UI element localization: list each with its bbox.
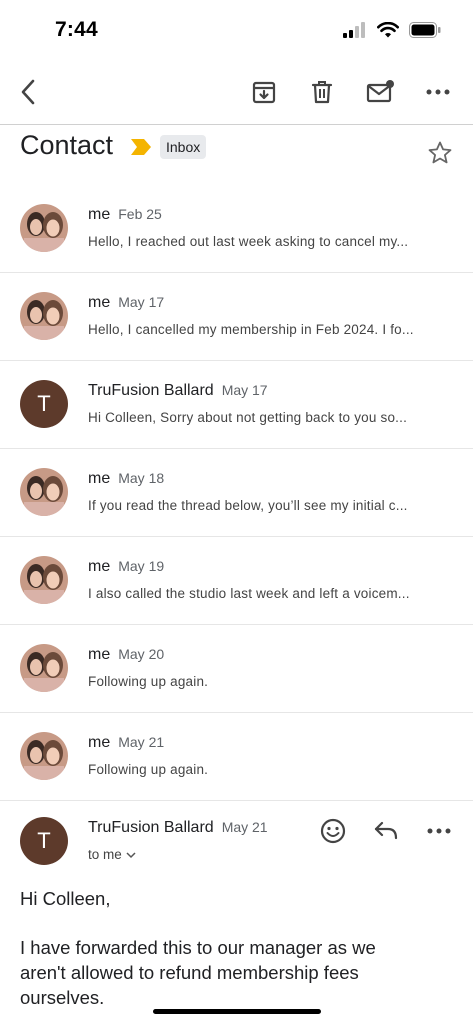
reply-icon bbox=[374, 821, 398, 840]
message-sender-line: TruFusion Ballard May 21 bbox=[88, 819, 268, 837]
message-sender-line: me Feb 25 bbox=[88, 206, 162, 224]
message-date: May 19 bbox=[118, 558, 165, 574]
message-sender-line: me May 20 bbox=[88, 646, 164, 664]
profile-photo-icon bbox=[20, 556, 68, 604]
profile-photo-icon bbox=[20, 292, 68, 340]
message-body-line: aren't allowed to refund membership fees bbox=[20, 962, 359, 983]
avatar bbox=[20, 468, 68, 516]
thread-message[interactable]: me May 17 Hello, I cancelled my membershi… bbox=[0, 273, 473, 361]
chevron-down-icon bbox=[126, 851, 136, 858]
profile-photo-icon bbox=[20, 468, 68, 516]
message-date: May 20 bbox=[118, 646, 165, 662]
trash-icon bbox=[311, 81, 333, 104]
toolbar bbox=[0, 62, 473, 125]
mark-unread-icon bbox=[366, 80, 394, 103]
avatar: T bbox=[20, 380, 68, 428]
message-sender-line: me May 19 bbox=[88, 558, 164, 576]
archive-icon bbox=[252, 81, 276, 104]
add-reaction-button[interactable] bbox=[318, 816, 348, 846]
message-sender-line: me May 18 bbox=[88, 470, 164, 488]
back-arrow-icon bbox=[21, 79, 35, 105]
message-snippet: Following up again. bbox=[88, 762, 209, 777]
message-sender-line: me May 17 bbox=[88, 294, 164, 312]
message-snippet: Hello, I cancelled my membership in Feb … bbox=[88, 322, 414, 337]
message-date: May 21 bbox=[221, 819, 268, 835]
message-greeting: Hi Colleen, bbox=[20, 888, 111, 909]
message-body-line: I have forwarded this to our manager as … bbox=[20, 937, 376, 958]
message-more-button[interactable] bbox=[424, 816, 454, 846]
battery-icon bbox=[409, 22, 441, 38]
status-time: 7:44 bbox=[55, 18, 98, 41]
avatar bbox=[20, 556, 68, 604]
back-button[interactable] bbox=[12, 76, 44, 108]
thread-message[interactable]: me May 19 I also called the studio last w… bbox=[0, 537, 473, 625]
message-snippet: Hi Colleen, Sorry about not getting back… bbox=[88, 410, 408, 425]
label-chip-inbox[interactable]: Inbox bbox=[160, 135, 207, 159]
importance-marker-icon[interactable] bbox=[130, 138, 152, 156]
sender-name: me bbox=[88, 470, 111, 487]
avatar bbox=[20, 292, 68, 340]
message-date: May 18 bbox=[118, 470, 165, 486]
avatar: T bbox=[20, 817, 68, 865]
wifi-icon bbox=[377, 22, 399, 38]
sender-name: TruFusion Ballard bbox=[88, 819, 214, 836]
message-snippet: I also called the studio last week and l… bbox=[88, 586, 410, 601]
thread-list: me Feb 25 Hello, I reached out last week … bbox=[0, 185, 473, 801]
archive-button[interactable] bbox=[248, 76, 280, 108]
message-snippet: Following up again. bbox=[88, 674, 209, 689]
expanded-message: T TruFusion Ballard May 21 to me Hi Colle… bbox=[0, 798, 473, 1024]
message-snippet: Hello, I reached out last week asking to… bbox=[88, 234, 409, 249]
sender-name: me bbox=[88, 206, 111, 223]
mark-unread-button[interactable] bbox=[365, 76, 397, 108]
recipients-toggle[interactable]: to me bbox=[88, 847, 136, 862]
thread-message[interactable]: T TruFusion Ballard May 17 Hi Colleen, So… bbox=[0, 361, 473, 449]
avatar bbox=[20, 204, 68, 252]
reply-button[interactable] bbox=[371, 816, 401, 846]
emoji-icon bbox=[320, 818, 346, 844]
message-body-line: ourselves. bbox=[20, 987, 105, 1008]
profile-photo-icon bbox=[20, 644, 68, 692]
sender-name: TruFusion Ballard bbox=[88, 382, 214, 399]
sender-name: me bbox=[88, 558, 111, 575]
cellular-signal-icon bbox=[343, 22, 365, 38]
message-snippet: If you read the thread below, you’ll see… bbox=[88, 498, 408, 513]
message-sender-line: TruFusion Ballard May 17 bbox=[88, 382, 268, 400]
thread-message[interactable]: me May 21 Following up again. bbox=[0, 713, 473, 801]
thread-message[interactable]: me May 18 If you read the thread below, y… bbox=[0, 449, 473, 537]
more-horizontal-icon bbox=[426, 89, 450, 95]
thread-message[interactable]: me May 20 Following up again. bbox=[0, 625, 473, 713]
message-sender-line: me May 21 bbox=[88, 734, 164, 752]
avatar bbox=[20, 644, 68, 692]
recipients-label: to me bbox=[88, 847, 122, 862]
message-date: Feb 25 bbox=[118, 206, 162, 222]
profile-photo-icon bbox=[20, 204, 68, 252]
subject-row: Contact Inbox bbox=[20, 128, 453, 188]
email-subject: Contact bbox=[20, 130, 114, 160]
home-indicator bbox=[153, 1009, 321, 1014]
status-bar: 7:44 bbox=[0, 0, 473, 60]
status-icons bbox=[343, 22, 441, 38]
profile-photo-icon bbox=[20, 732, 68, 780]
sender-name: me bbox=[88, 734, 111, 751]
message-date: May 21 bbox=[118, 734, 165, 750]
more-horizontal-icon bbox=[427, 828, 451, 834]
star-icon[interactable] bbox=[427, 140, 453, 166]
message-date: May 17 bbox=[118, 294, 165, 310]
sender-name: me bbox=[88, 294, 111, 311]
delete-button[interactable] bbox=[306, 76, 338, 108]
sender-name: me bbox=[88, 646, 111, 663]
thread-message[interactable]: me Feb 25 Hello, I reached out last week … bbox=[0, 185, 473, 273]
avatar bbox=[20, 732, 68, 780]
more-options-button[interactable] bbox=[422, 76, 454, 108]
message-date: May 17 bbox=[221, 382, 268, 398]
